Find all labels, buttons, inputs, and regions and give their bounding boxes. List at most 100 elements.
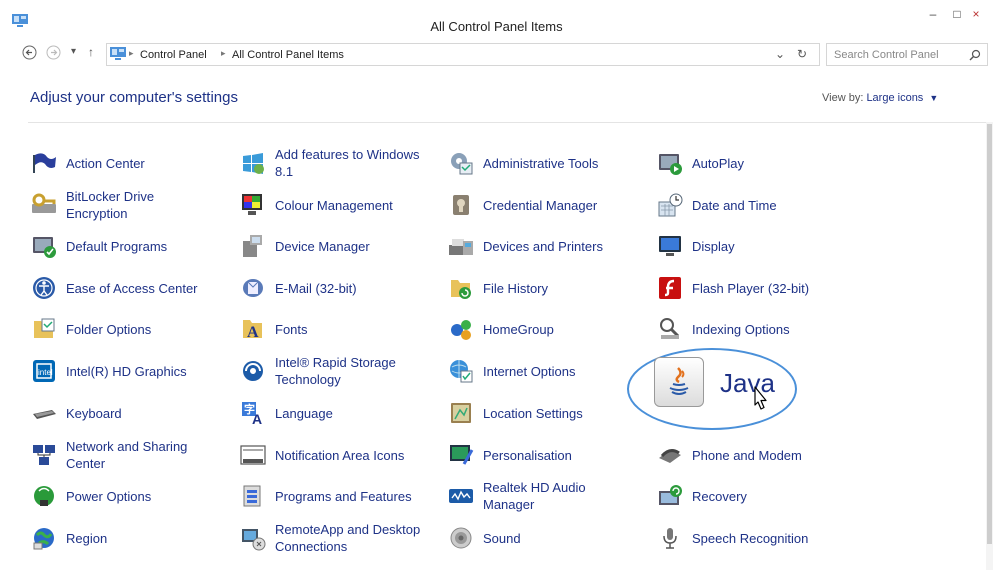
chevron-down-icon[interactable]: ▼: [929, 93, 938, 103]
ease-access-icon: [30, 274, 58, 302]
item-intel-storage[interactable]: Intel® Rapid Storage Technology: [239, 352, 425, 390]
item-fonts[interactable]: A Fonts: [239, 310, 425, 348]
item-default-programs[interactable]: Default Programs: [30, 227, 216, 265]
default-programs-icon: [30, 232, 58, 260]
location-icon: [447, 399, 475, 427]
item-programs[interactable]: Programs and Features: [239, 477, 425, 515]
item-network[interactable]: Network and Sharing Center: [30, 436, 216, 474]
item-power[interactable]: Power Options: [30, 477, 216, 515]
breadcrumb-control-panel[interactable]: Control Panel: [140, 49, 207, 61]
item-label: BitLocker Drive Encryption: [66, 189, 155, 221]
item-intel-graphics[interactable]: intel Intel(R) HD Graphics: [30, 352, 216, 390]
remoteapp-icon: [239, 524, 267, 552]
item-recovery[interactable]: Recovery: [656, 477, 842, 515]
bitlocker-icon: [30, 191, 58, 219]
item-display[interactable]: Display: [656, 227, 842, 265]
item-bitlocker[interactable]: BitLocker Drive Encryption: [30, 186, 216, 224]
navigation-bar: ▾ ↑ ▸ Control Panel ▸ All Control Panel …: [0, 36, 993, 76]
flag-icon: [30, 149, 58, 177]
add-features-icon: [239, 149, 267, 177]
item-label: Flash Player (32-bit): [692, 280, 810, 296]
item-language[interactable]: 字 A Language: [239, 394, 425, 432]
item-indexing[interactable]: Indexing Options: [656, 310, 842, 348]
title-bar: All Control Panel Items – □ ×: [0, 0, 993, 36]
item-label: Keyboard: [66, 405, 122, 421]
recent-locations-button[interactable]: ▾: [71, 46, 76, 57]
credential-icon: [447, 191, 475, 219]
address-icon: [110, 47, 126, 66]
search-icon[interactable]: [969, 48, 981, 66]
item-add-features[interactable]: Add features to Windows 8.1: [239, 144, 425, 182]
page-title: Adjust your computer's settings: [30, 89, 238, 106]
back-button[interactable]: [22, 45, 37, 63]
item-label: Intel(R) HD Graphics: [66, 363, 187, 379]
item-label: Default Programs: [66, 238, 168, 254]
item-label: Indexing Options: [692, 321, 790, 337]
item-internet-options[interactable]: Internet Options: [447, 352, 633, 390]
item-label: Fonts: [275, 321, 308, 337]
item-flash[interactable]: Flash Player (32-bit): [656, 269, 842, 307]
item-homegroup[interactable]: HomeGroup: [447, 310, 633, 348]
item-device-manager[interactable]: Device Manager: [239, 227, 425, 265]
item-region[interactable]: Region: [30, 519, 216, 557]
address-dropdown-button[interactable]: ⌄: [775, 47, 785, 61]
item-colour[interactable]: Colour Management: [239, 186, 425, 224]
address-bar[interactable]: ▸ Control Panel ▸ All Control Panel Item…: [106, 43, 820, 66]
item-ease-access[interactable]: Ease of Access Center: [30, 269, 216, 307]
item-credential[interactable]: Credential Manager: [447, 186, 633, 224]
item-flag[interactable]: Action Center: [30, 144, 216, 182]
item-label: Language: [275, 405, 333, 421]
item-admin-tools[interactable]: Administrative Tools: [447, 144, 633, 182]
view-by: View by: Large icons ▼: [822, 92, 938, 104]
java-icon[interactable]: [654, 357, 704, 407]
item-personalisation[interactable]: Personalisation: [447, 436, 633, 474]
item-email[interactable]: E-Mail (32-bit): [239, 269, 425, 307]
item-audio[interactable]: Realtek HD Audio Manager: [447, 477, 633, 515]
admin-tools-icon: [447, 149, 475, 177]
item-file-history[interactable]: File History: [447, 269, 633, 307]
item-label: Add features to Windows 8.1: [275, 147, 420, 179]
item-sound[interactable]: Sound: [447, 519, 633, 557]
item-phone[interactable]: Phone and Modem: [656, 436, 842, 474]
mouse-cursor-icon: [748, 385, 770, 420]
item-label: Notification Area Icons: [275, 447, 405, 463]
item-label: Programs and Features: [275, 488, 412, 504]
personalisation-icon: [447, 441, 475, 469]
up-button[interactable]: ↑: [88, 45, 94, 59]
svg-text:A: A: [247, 324, 259, 341]
item-label: Ease of Access Center: [66, 280, 198, 296]
item-folder-options[interactable]: Folder Options: [30, 310, 216, 348]
scrollbar-thumb[interactable]: [987, 124, 992, 544]
item-notification[interactable]: Notification Area Icons: [239, 436, 425, 474]
breadcrumb-all-items[interactable]: All Control Panel Items: [232, 49, 344, 61]
item-printer[interactable]: Devices and Printers: [447, 227, 633, 265]
item-label: Location Settings: [483, 405, 583, 421]
audio-icon: [447, 482, 475, 510]
item-label: Recovery: [692, 488, 747, 504]
refresh-button[interactable]: ↻: [797, 47, 807, 61]
item-label: Personalisation: [483, 447, 572, 463]
item-label: Colour Management: [275, 197, 393, 213]
network-icon: [30, 441, 58, 469]
file-history-icon: [447, 274, 475, 302]
display-icon: [656, 232, 684, 260]
clock-icon: [656, 191, 684, 219]
item-label: E-Mail (32-bit): [275, 280, 357, 296]
search-box[interactable]: Search Control Panel: [826, 43, 988, 66]
item-keyboard[interactable]: Keyboard: [30, 394, 216, 432]
minimize-button[interactable]: –: [922, 5, 944, 25]
search-input[interactable]: Search Control Panel: [834, 49, 939, 61]
item-microphone[interactable]: Speech Recognition: [656, 519, 842, 557]
item-label: AutoPlay: [692, 155, 745, 171]
intel-storage-icon: [239, 357, 267, 385]
item-autoplay[interactable]: AutoPlay: [656, 144, 842, 182]
item-clock[interactable]: Date and Time: [656, 186, 842, 224]
item-location[interactable]: Location Settings: [447, 394, 633, 432]
close-button[interactable]: ×: [965, 5, 987, 25]
forward-button[interactable]: [46, 45, 61, 63]
item-remoteapp[interactable]: RemoteApp and Desktop Connections: [239, 519, 425, 557]
view-by-dropdown[interactable]: Large icons: [866, 92, 923, 104]
item-label: File History: [483, 280, 549, 296]
flash-icon: [656, 274, 684, 302]
programs-icon: [239, 482, 267, 510]
